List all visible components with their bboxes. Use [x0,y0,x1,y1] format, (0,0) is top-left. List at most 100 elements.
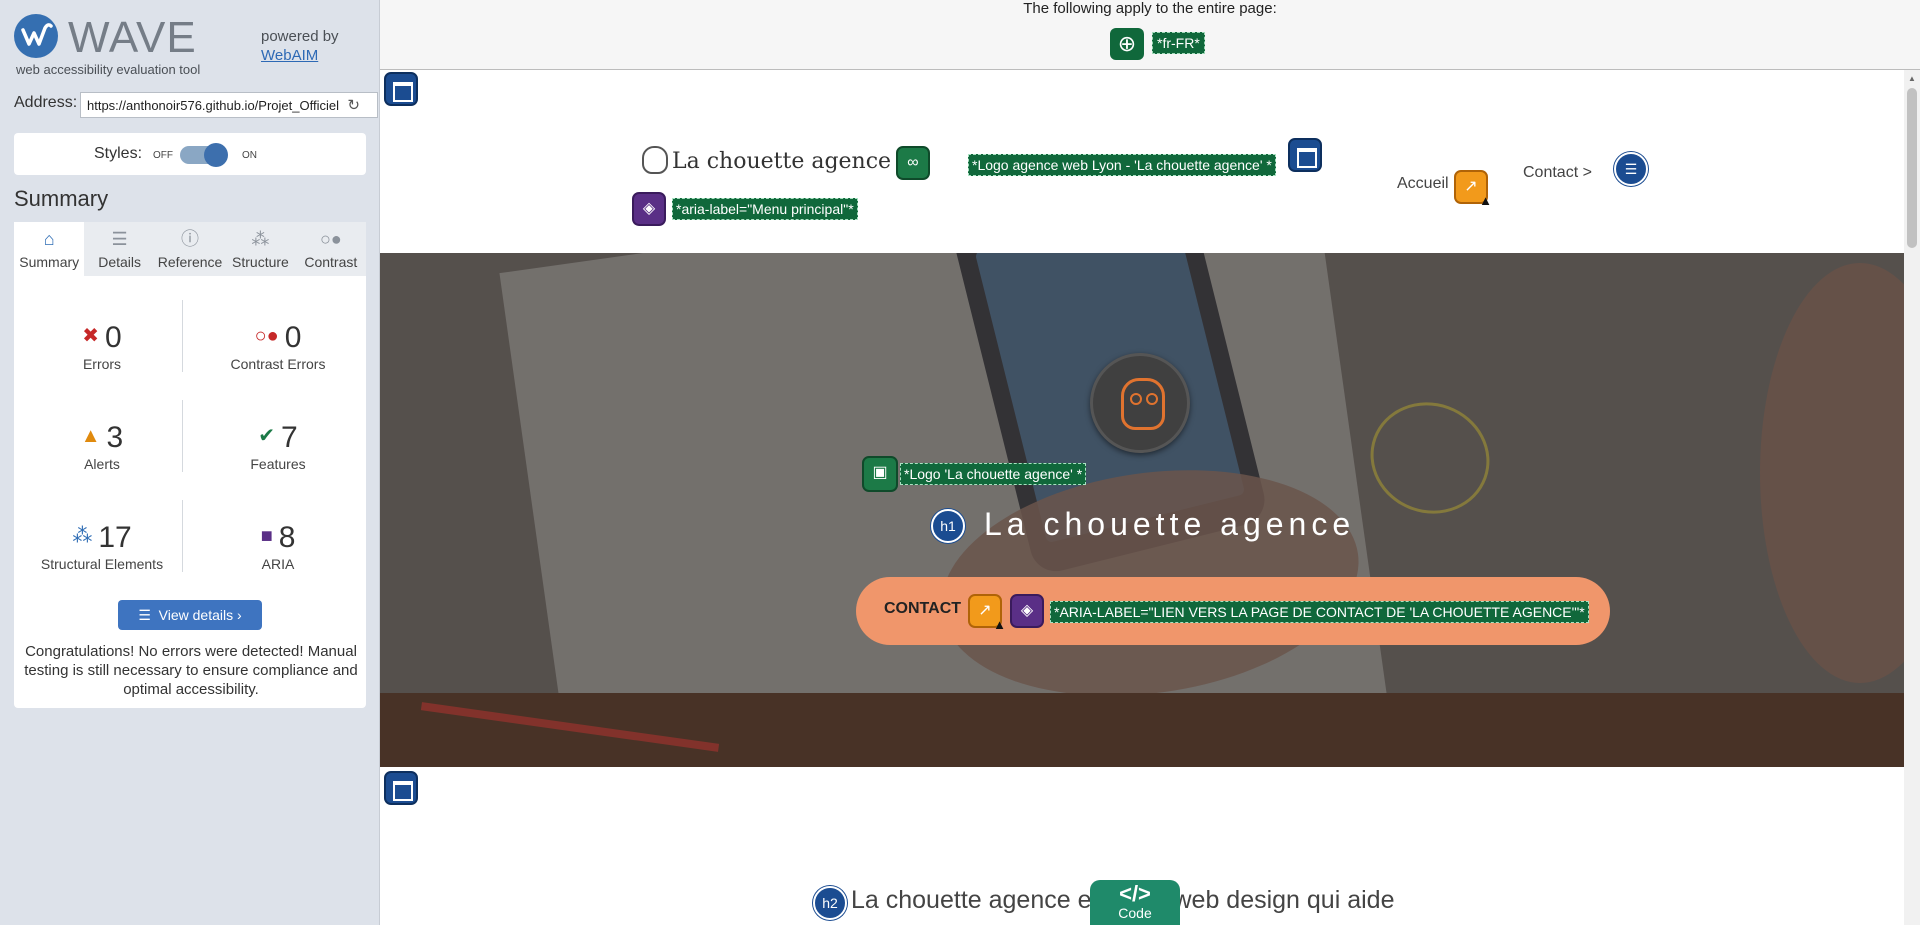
hero-section: ▣ *Logo 'La chouette agence' * h1 La cho… [380,253,1904,767]
scroll-up-icon[interactable]: ▲ [1908,74,1916,83]
aria-cube-icon: ■ [260,525,273,547]
styles-off-label: OFF [153,150,173,161]
feature-check-icon: ✔ [258,425,276,447]
wave-sidebar: WAVE web accessibility evaluation tool p… [0,0,380,925]
tab-details[interactable]: ☰ Details [84,222,154,276]
features-count: 7 [281,421,298,454]
link-alert-icon[interactable]: ↗ ▲ [968,594,1006,632]
tab-contrast[interactable]: ○● Contrast [296,222,366,276]
structure-icon: ⁂ [251,229,270,249]
stat-structural: ⁂ 17 Structural Elements [14,476,190,576]
styles-toggle-knob[interactable] [204,143,228,167]
aria-tag-icon[interactable]: ◈ [632,192,666,226]
address-label: Address: [14,94,78,111]
styles-on-label: ON [242,150,257,161]
hero-title: La chouette agence [984,506,1356,542]
summary-heading: Summary [14,186,109,211]
nav-region-icon[interactable] [1288,138,1322,172]
aria-tag-icon[interactable]: ◈ [1010,594,1044,628]
nav-home-link[interactable]: Accueil [1397,175,1449,193]
list-icon: ☰ [138,607,151,623]
tab-details-label: Details [98,254,141,270]
menu-aria-label: *aria-label="Menu principal"* [672,198,858,220]
error-icon: ✖ [82,325,100,347]
cta-aria-label: *ARIA-LABEL="LIEN VERS LA PAGE DE CONTAC… [1050,601,1589,623]
tab-structure[interactable]: ⁂ Structure [225,222,295,276]
tab-reference-label: Reference [157,254,223,270]
contrast-errors-label: Contrast Errors [230,356,326,372]
scrollbar-thumb[interactable] [1907,88,1917,248]
tab-summary[interactable]: ⌂ Summary [14,222,85,276]
divider [182,400,183,472]
congrats-message: Congratulations! No errors were detected… [24,643,358,698]
code-label: Code [1118,905,1152,921]
stat-features: ✔ 7 Features [190,376,366,476]
app-name: WAVE [68,13,197,62]
home-icon: ⌂ [43,229,55,249]
stat-errors: ✖ 0 Errors [14,276,190,376]
tab-contrast-label: Contrast [304,254,358,270]
address-bar: Address: https://anthonoir576.github.io/… [14,92,378,118]
panel-tabs: ⌂ Summary ☰ Details ⓘ Reference ⁂ Struct… [14,222,366,276]
code-toggle-button[interactable]: </> Code [1090,880,1180,925]
styles-label: Styles: [94,145,143,162]
list-icon: ☰ [111,229,128,249]
contrast-error-icon: ○● [254,325,279,347]
main-region-icon[interactable] [384,771,418,805]
webaim-link[interactable]: WebAIM [261,46,339,65]
globe-icon[interactable]: ⊕ [1110,28,1144,60]
evaluated-page: La chouette agence ∞ *Logo agence web Ly… [380,70,1904,925]
structure-tree-icon: ⁂ [72,525,93,547]
stat-contrast-errors: ○● 0 Contrast Errors [190,276,366,376]
alert-icon: ▲ [80,425,101,447]
contrast-icon: ○● [319,229,342,249]
owl-logo-icon [642,146,668,174]
nav-contact-link[interactable]: Contact > [1523,164,1592,182]
code-icon: </> [1119,881,1151,906]
page-scrollbar[interactable]: ▲ [1904,70,1920,925]
site-logo[interactable]: La chouette agence [642,146,891,174]
divider [182,300,183,372]
tab-reference[interactable]: ⓘ Reference [155,222,225,276]
address-input[interactable]: https://anthonoir576.github.io/Projet_Of… [80,92,378,118]
errors-label: Errors [82,356,122,372]
page-wide-banner: The following apply to the entire page: … [380,0,1920,70]
cta-label: CONTACT [884,600,962,617]
reload-icon[interactable]: ↻ [347,96,360,114]
alerts-count: 3 [106,421,124,454]
linked-image-icon[interactable]: ∞ [896,146,930,180]
features-label: Features [250,456,306,472]
stat-alerts: ▲ 3 Alerts [14,376,190,476]
app-tagline: web accessibility evaluation tool [16,62,201,77]
header-region-icon[interactable] [384,72,418,106]
structural-count: 17 [98,521,132,554]
unordered-list-icon[interactable]: ☰ [1614,152,1648,186]
tab-summary-label: Summary [19,254,80,270]
structural-label: Structural Elements [40,556,164,572]
stat-aria: ■ 8 ARIA [190,476,366,576]
contrast-errors-count: 0 [284,321,302,354]
redundant-link-alert-icon[interactable]: ↗ ▲ [1454,170,1492,208]
aria-count: 8 [278,521,296,554]
hero-owl-logo [1090,353,1190,453]
wave-logo: WAVE web accessibility evaluation tool p… [14,12,366,78]
errors-count: 0 [105,321,122,354]
h1-icon[interactable]: h1 [931,509,965,543]
summary-panel: ✖ 0 Errors ○● 0 Contrast Errors ▲ 3 Alerts … [14,276,366,708]
divider [182,500,183,572]
banner-text: The following apply to the entire page: [1023,0,1277,17]
view-details-label: View details › [158,607,242,623]
tab-structure-label: Structure [232,254,289,270]
image-alt-icon[interactable]: ▣ [862,456,898,492]
powered-by: powered by WebAIM [261,27,339,65]
aria-label-text: ARIA [261,556,295,572]
hero-logo-alt-label: *Logo 'La chouette agence' * [900,463,1087,485]
info-icon: ⓘ [181,229,200,249]
styles-toggle-box: Styles: OFF ON [14,133,366,175]
h2-icon[interactable]: h2 [813,886,847,920]
owl-icon [1121,378,1165,430]
wave-logo-icon [14,14,58,58]
powered-by-text: powered by [261,28,339,45]
view-details-button[interactable]: ☰ View details › [118,600,262,630]
logo-alt-label: *Logo agence web Lyon - 'La chouette age… [968,154,1276,176]
